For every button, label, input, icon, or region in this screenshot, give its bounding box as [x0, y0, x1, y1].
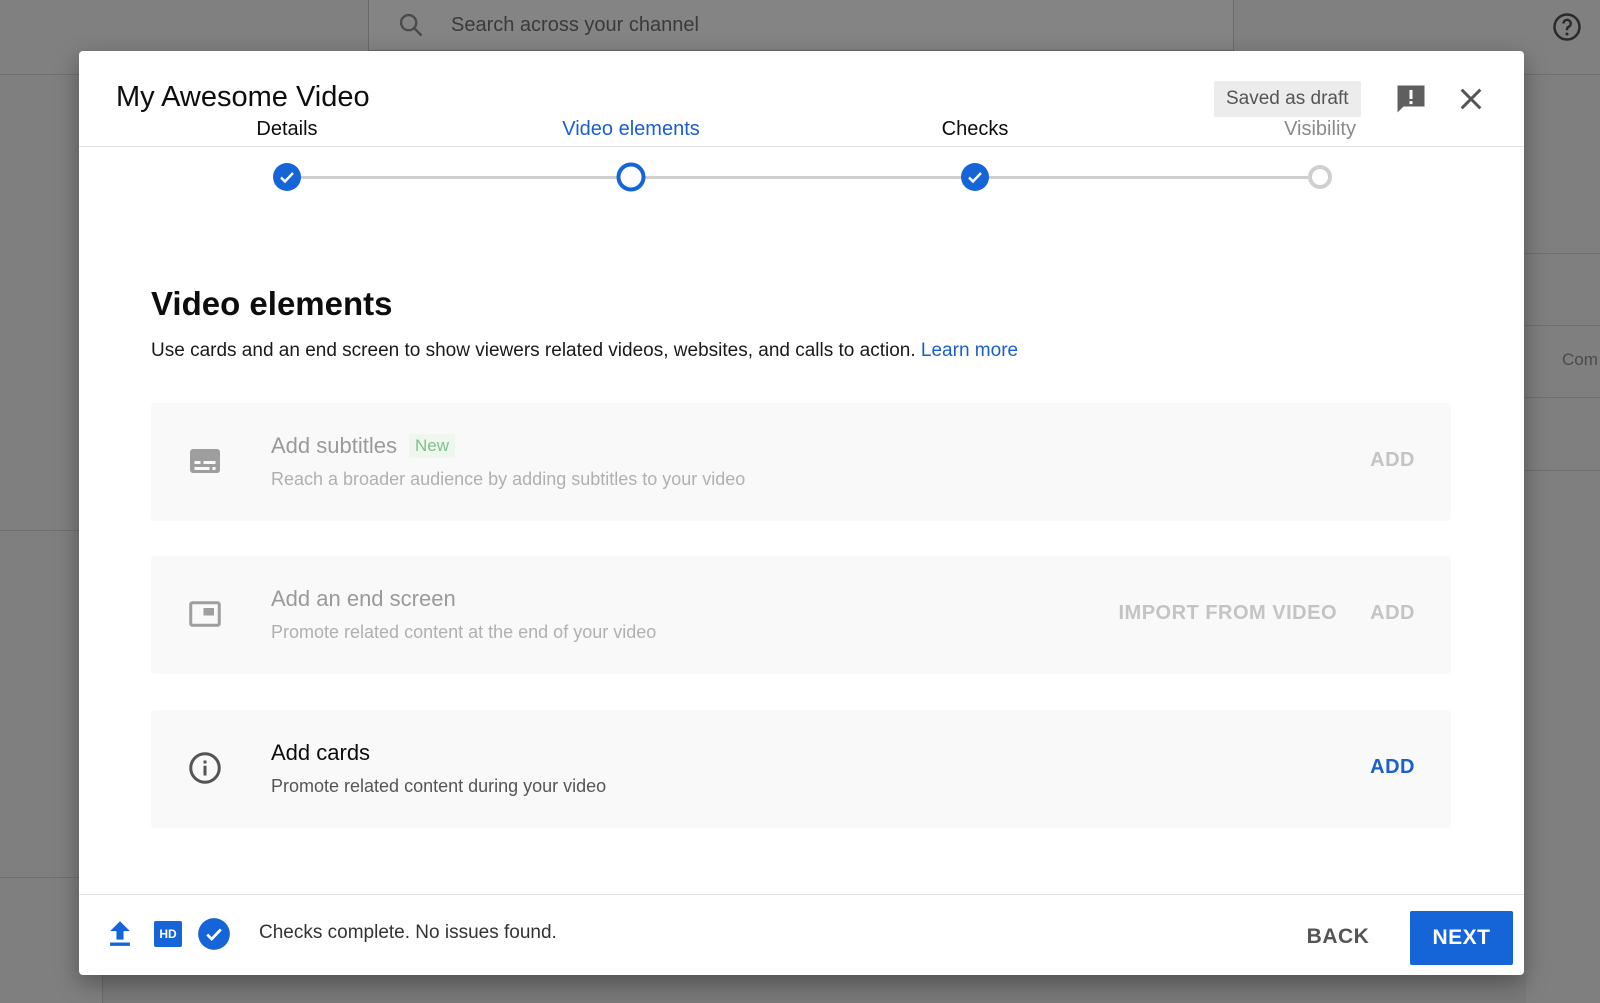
background-divider: [1523, 253, 1600, 254]
background-divider: [1523, 325, 1600, 326]
add-subtitles-button[interactable]: ADD: [1370, 449, 1415, 472]
draft-status-badge: Saved as draft: [1214, 81, 1361, 117]
end-screen-card: Add an end screen Promote related conten…: [151, 556, 1451, 674]
upload-icon[interactable]: [103, 917, 137, 951]
cards-card: Add cards Promote related content during…: [151, 710, 1451, 828]
back-button[interactable]: BACK: [1288, 911, 1388, 963]
background-bottom-strip: [102, 975, 1526, 1003]
step-upcoming-icon: [1308, 165, 1332, 189]
checks-status-text: Checks complete. No issues found.: [259, 922, 557, 943]
card-subtitle: Promote related content at the end of yo…: [271, 622, 657, 642]
step-label: Visibility: [1284, 118, 1356, 140]
step-label: Video elements: [562, 118, 700, 140]
background-divider: [0, 530, 80, 531]
close-icon[interactable]: [1455, 83, 1487, 115]
subtitles-icon: [190, 449, 220, 473]
dialog-footer: HD Checks complete. No issues found. BAC…: [79, 894, 1524, 975]
step-label: Checks: [941, 118, 1009, 140]
card-title: Add cards: [271, 740, 371, 765]
step-complete-icon: [961, 163, 989, 191]
subtitles-card: Add subtitles New Reach a broader audienc…: [151, 403, 1451, 521]
help-icon: [1553, 13, 1581, 41]
background-divider: [1523, 470, 1600, 471]
background-search-placeholder: Search across your channel: [451, 13, 699, 36]
card-subtitle: Reach a broader audience by adding subti…: [271, 469, 746, 489]
import-from-video-button[interactable]: IMPORT FROM VIDEO: [1119, 602, 1338, 625]
background-divider: [1523, 397, 1600, 398]
upload-dialog: My Awesome Video Saved as draft Details …: [79, 51, 1524, 975]
learn-more-link[interactable]: Learn more: [921, 340, 1018, 361]
step-complete-icon: [273, 163, 301, 191]
background-divider: [0, 877, 80, 878]
feedback-icon[interactable]: [1393, 81, 1429, 117]
info-icon: [189, 752, 221, 784]
step-label: Details: [256, 118, 318, 140]
card-title: Add subtitles New: [271, 433, 455, 459]
dialog-title: My Awesome Video: [116, 81, 370, 113]
card-subtitle: Promote related content during your vide…: [271, 776, 607, 796]
hd-icon[interactable]: HD: [151, 917, 185, 951]
add-cards-button[interactable]: ADD: [1370, 756, 1415, 779]
step-current-icon: [616, 162, 646, 192]
section-title: Video elements: [151, 285, 393, 322]
description-text: Use cards and an end screen to show view…: [151, 340, 916, 361]
add-end-screen-button[interactable]: ADD: [1370, 602, 1415, 625]
background-search-bar: Search across your channel: [368, 0, 1234, 51]
card-title-text: Add subtitles: [271, 433, 397, 458]
section-description: Use cards and an end screen to show view…: [151, 340, 1018, 362]
checks-complete-icon[interactable]: [197, 917, 231, 951]
stepper-track: [287, 176, 1320, 179]
new-badge: New: [408, 434, 455, 458]
end-screen-icon: [189, 601, 221, 627]
card-title: Add an end screen: [271, 586, 456, 611]
hd-label: HD: [154, 921, 182, 947]
search-icon: [399, 13, 423, 37]
background-partial-text: Com: [1562, 350, 1598, 369]
next-button[interactable]: NEXT: [1410, 911, 1513, 965]
